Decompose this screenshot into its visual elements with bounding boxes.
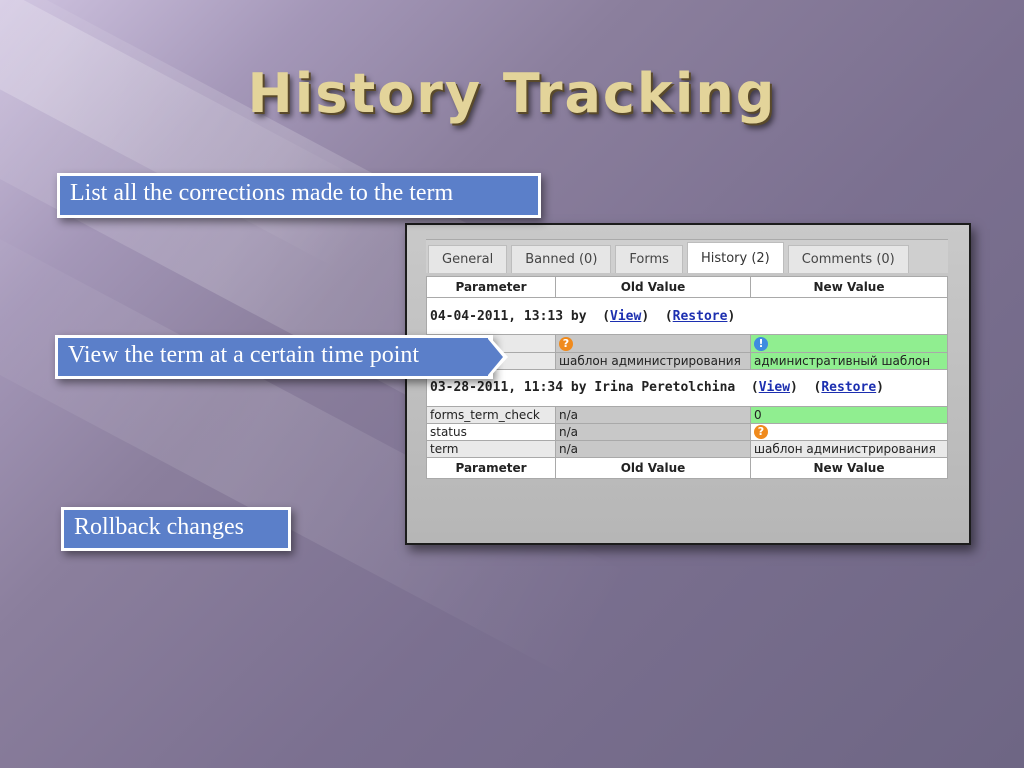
revision-date: 04-04-2011, 13:13 by (430, 308, 587, 324)
background-light-streak (0, 0, 381, 270)
footer-old-value: Old Value (555, 457, 751, 479)
new-value-cell: ! (750, 334, 948, 353)
old-value-cell: шаблон администрирования (555, 351, 751, 370)
footer-new-value: New Value (750, 457, 948, 479)
old-value-cell: n/a (555, 422, 751, 441)
tab-history[interactable]: History (2) (686, 242, 784, 273)
callout-rollback: Rollback changes (61, 507, 291, 551)
callout-view-term: View the term at a certain time point (55, 335, 493, 379)
tab-comments[interactable]: Comments (0) (787, 245, 909, 273)
slide-title: History Tracking (247, 62, 777, 125)
new-value-cell: шаблон администрирования (750, 440, 948, 458)
table-row: status n/a ? (426, 422, 948, 441)
footer-parameter: Parameter (426, 457, 556, 479)
table-header-row: Parameter Old Value New Value (426, 276, 948, 298)
new-value-cell: административный шаблон (750, 351, 948, 370)
restore-link[interactable]: Restore (673, 309, 728, 324)
tab-general[interactable]: General (428, 245, 508, 273)
restore-link[interactable]: Restore (821, 380, 876, 395)
header-parameter: Parameter (426, 276, 556, 298)
revision-header: 04-04-2011, 13:13 by (View) (Restore) (426, 297, 948, 335)
question-icon: ? (559, 336, 573, 351)
new-value-cell: ? (750, 422, 948, 441)
view-link[interactable]: View (759, 380, 790, 395)
question-icon: ? (754, 425, 768, 439)
header-old-value: Old Value (555, 276, 751, 298)
callout-list-corrections: List all the corrections made to the ter… (57, 173, 541, 218)
param-cell: status (426, 422, 556, 441)
callout-arrow-tip (488, 339, 503, 375)
tab-banned[interactable]: Banned (0) (511, 245, 612, 273)
param-cell: forms_term_check (426, 405, 556, 424)
revision-header-row: 04-04-2011, 13:13 by (View) (Restore) (426, 297, 948, 335)
old-value-cell: ? (555, 334, 751, 353)
info-icon: ! (754, 336, 768, 351)
header-new-value: New Value (750, 276, 948, 298)
tab-bar: General Banned (0) Forms History (2) Com… (426, 239, 948, 273)
old-value-cell: n/a (555, 440, 751, 458)
tab-forms[interactable]: Forms (615, 245, 683, 273)
param-cell: term (426, 440, 556, 458)
revision-date: 03-28-2011, 11:34 by Irina Peretolchina (430, 380, 736, 395)
table-row: forms_term_check n/a 0 (426, 405, 948, 424)
table-row: term n/a шаблон администрирования (426, 440, 948, 458)
table-footer-row: Parameter Old Value New Value (426, 457, 948, 479)
new-value-cell: 0 (750, 405, 948, 424)
old-value-cell: n/a (555, 405, 751, 424)
view-link[interactable]: View (610, 309, 641, 324)
